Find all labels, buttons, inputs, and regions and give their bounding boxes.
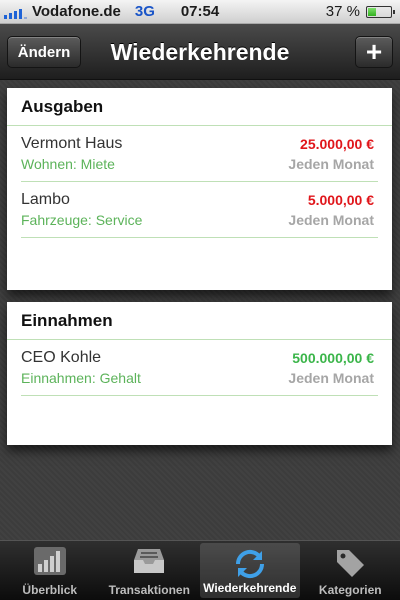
battery-level [368,7,377,16]
signal-strength-icon [4,5,27,19]
tab-categories[interactable]: Kategorien [301,541,400,600]
battery-percentage: 37 % [325,3,360,20]
section-income: Einnahmen CEO Kohle Einnahmen: Gehalt 50… [7,302,392,445]
add-button[interactable]: + [355,36,393,68]
item-frequency: Jeden Monat [288,156,374,172]
tab-overview[interactable]: Überblick [0,541,100,600]
carrier-name: Vodafone.de [32,3,121,20]
inbox-tray-icon [132,546,166,581]
item-amount: 25.000,00 € [300,136,374,152]
tab-label: Kategorien [318,583,382,597]
item-category: Einnahmen: Gehalt [21,370,141,386]
item-amount: 5.000,00 € [307,192,374,208]
tab-recurring[interactable]: Wiederkehrende [200,543,300,598]
item-frequency: Jeden Monat [288,370,374,386]
section-title: Einnahmen [7,302,392,340]
item-name: CEO Kohle [21,349,102,366]
item-category: Fahrzeuge: Service [21,212,143,228]
status-bar: Vodafone.de 3G 07:54 37 % [0,0,400,24]
list-item[interactable]: CEO Kohle Einnahmen: Gehalt 500.000,00 €… [21,340,378,396]
item-amount: 500.000,00 € [292,350,374,366]
tab-bar: Überblick Transaktionen Wiederkehrende K… [0,540,400,600]
tab-label: Transaktionen [108,583,190,597]
list-item[interactable]: Vermont Haus Wohnen: Miete 25.000,00 € J… [21,126,378,182]
item-name: Vermont Haus [21,135,123,152]
list-item[interactable]: Lambo Fahrzeuge: Service 5.000,00 € Jede… [21,182,378,238]
item-frequency: Jeden Monat [288,212,374,228]
edit-button[interactable]: Ändern [7,36,81,68]
tab-transactions[interactable]: Transaktionen [100,541,200,600]
recurring-list: Ausgaben Vermont Haus Wohnen: Miete 25.0… [0,80,400,540]
item-category: Wohnen: Miete [21,156,115,172]
battery-icon [366,5,395,18]
section-title: Ausgaben [7,88,392,126]
section-expenses: Ausgaben Vermont Haus Wohnen: Miete 25.0… [7,88,392,290]
tag-icon [333,546,367,583]
network-type: 3G [134,3,155,20]
refresh-arrows-icon [233,548,267,585]
bar-chart-icon [33,546,67,581]
tab-label: Überblick [22,583,78,597]
navigation-bar: Ändern Wiederkehrende + [0,24,400,80]
item-name: Lambo [21,191,70,208]
